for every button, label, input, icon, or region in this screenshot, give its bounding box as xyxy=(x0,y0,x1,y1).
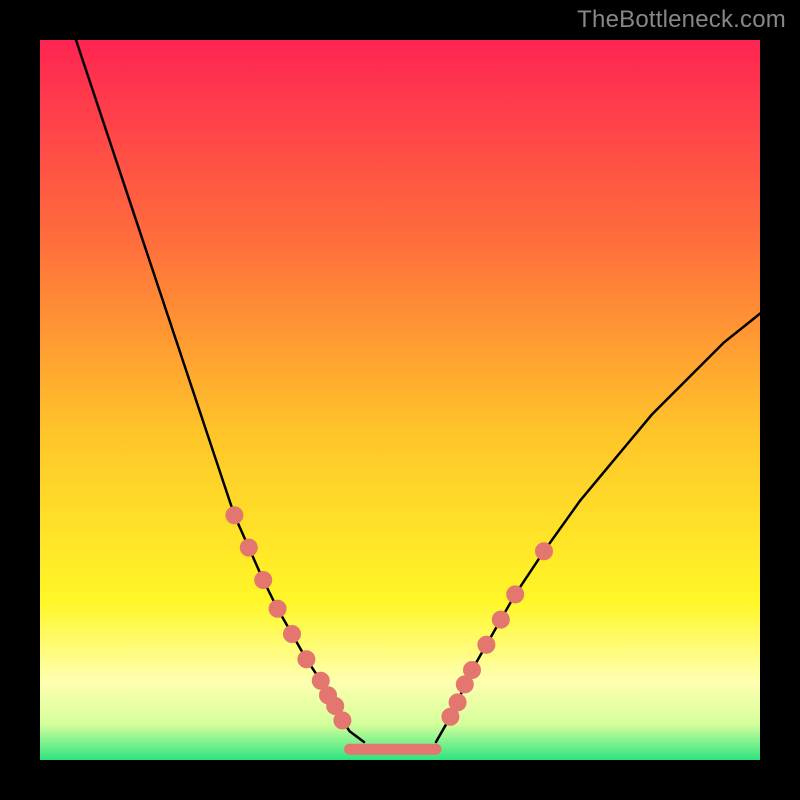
data-marker xyxy=(507,586,524,603)
data-marker xyxy=(298,651,315,668)
data-marker xyxy=(269,600,286,617)
gradient-bg xyxy=(40,40,760,760)
data-marker xyxy=(449,694,466,711)
data-marker xyxy=(478,636,495,653)
outer-frame: TheBottleneck.com xyxy=(0,0,800,800)
data-marker xyxy=(536,543,553,560)
data-marker xyxy=(334,712,351,729)
data-marker xyxy=(255,572,272,589)
data-marker xyxy=(240,539,257,556)
data-marker xyxy=(226,507,243,524)
data-marker xyxy=(492,611,509,628)
chart-plot xyxy=(40,40,760,760)
data-marker xyxy=(284,626,301,643)
watermark-text: TheBottleneck.com xyxy=(577,6,786,34)
data-marker xyxy=(464,662,481,679)
